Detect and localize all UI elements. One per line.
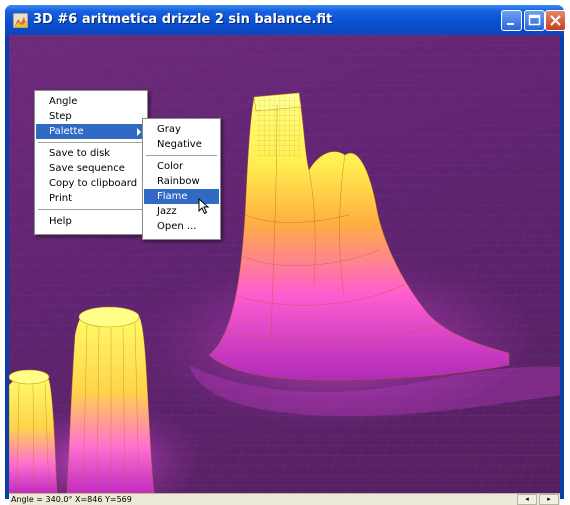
menu-item-save-sequence[interactable]: Save sequence bbox=[36, 161, 146, 176]
menu-item-copy-to-clipboard[interactable]: Copy to clipboard bbox=[36, 176, 146, 191]
scroll-right-icon: ▸ bbox=[547, 495, 551, 503]
window-title: 3D #6 aritmetica drizzle 2 sin balance.f… bbox=[33, 12, 333, 27]
maximize-button[interactable] bbox=[524, 10, 545, 31]
menu-item-print[interactable]: Print bbox=[36, 191, 146, 206]
app-icon bbox=[13, 13, 28, 28]
palette-item-open[interactable]: Open ... bbox=[144, 219, 219, 234]
minimize-icon bbox=[507, 23, 514, 25]
close-button[interactable] bbox=[545, 10, 566, 31]
menu-item-step[interactable]: Step bbox=[36, 109, 146, 124]
close-icon bbox=[550, 15, 561, 26]
menu-item-palette-label: Palette bbox=[49, 126, 84, 137]
scroll-left-icon: ◂ bbox=[525, 495, 529, 503]
main-window: 3D #6 aritmetica drizzle 2 sin balance.f… bbox=[5, 5, 566, 505]
menu-item-save-to-disk[interactable]: Save to disk bbox=[36, 146, 146, 161]
title-bar[interactable]: 3D #6 aritmetica drizzle 2 sin balance.f… bbox=[5, 5, 566, 35]
menu-separator bbox=[146, 155, 217, 157]
context-menu: Angle Step Palette Save to disk Save seq… bbox=[34, 90, 148, 235]
menu-item-angle[interactable]: Angle bbox=[36, 94, 146, 109]
menu-item-palette[interactable]: Palette bbox=[36, 124, 146, 139]
menu-item-help[interactable]: Help bbox=[36, 214, 146, 229]
status-readout: Angle = 340.0° X=846 Y=569 bbox=[11, 495, 132, 504]
palette-item-gray[interactable]: Gray bbox=[144, 122, 219, 137]
menu-separator bbox=[38, 209, 144, 211]
plot-area[interactable]: Angle Step Palette Save to disk Save seq… bbox=[9, 35, 560, 493]
minimize-button[interactable] bbox=[501, 10, 522, 31]
maximize-icon bbox=[528, 14, 541, 26]
mouse-cursor-icon bbox=[198, 198, 210, 215]
submenu-arrow-icon bbox=[137, 128, 141, 136]
palette-submenu: Gray Negative Color Rainbow Flame Jazz O… bbox=[142, 118, 221, 240]
palette-item-rainbow[interactable]: Rainbow bbox=[144, 174, 219, 189]
scroll-right-button[interactable]: ▸ bbox=[539, 494, 559, 505]
status-bar: Angle = 340.0° X=846 Y=569 ◂ ▸ bbox=[9, 493, 560, 505]
palette-item-color[interactable]: Color bbox=[144, 159, 219, 174]
palette-item-negative[interactable]: Negative bbox=[144, 137, 219, 152]
scroll-left-button[interactable]: ◂ bbox=[517, 494, 537, 505]
menu-separator bbox=[38, 142, 144, 144]
